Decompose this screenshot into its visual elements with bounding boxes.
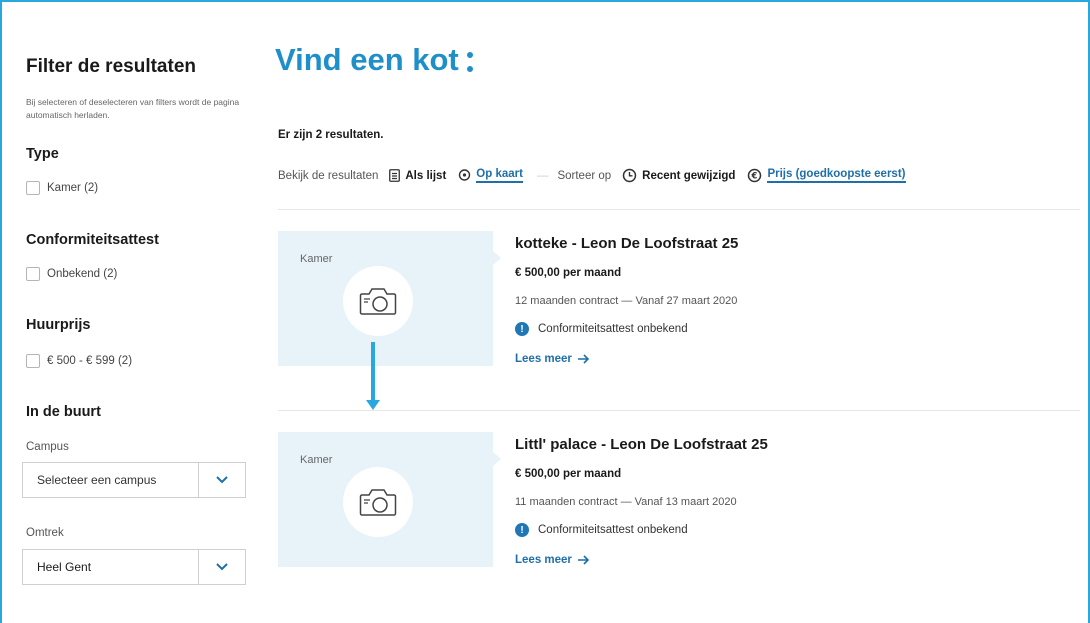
- view-list-label: Als lijst: [405, 169, 447, 182]
- listing-conformity: ! Conformiteitsattest onbekend: [515, 523, 688, 537]
- map-pin-icon: [459, 168, 471, 181]
- listing-title[interactable]: Littl' palace - Leon De Loofstraat 25: [515, 436, 768, 453]
- listing-type: Kamer: [300, 454, 333, 466]
- filter-heading-type: Type: [26, 146, 59, 162]
- sort-recent-button[interactable]: Recent gewijzigd: [622, 168, 735, 183]
- listing-price: € 500,00 per maand: [515, 468, 622, 480]
- listing-conformity-text: Conformiteitsattest onbekend: [538, 524, 688, 536]
- filter-heading-price: Huurprijs: [26, 317, 91, 333]
- listing-thumbnail[interactable]: Kamer: [278, 432, 493, 567]
- filter-option-label: € 500 - € 599 (2): [47, 355, 133, 367]
- filter-option-label: Onbekend (2): [47, 268, 118, 280]
- checkbox[interactable]: [26, 267, 40, 281]
- listing-conformity-text: Conformiteitsattest onbekend: [538, 323, 688, 335]
- arrow-right-icon: [577, 555, 590, 565]
- view-map-button[interactable]: Op kaart: [458, 168, 523, 183]
- listing-contract: 11 maanden contract — Vanaf 13 maart 202…: [515, 496, 737, 508]
- area-select[interactable]: Heel Gent: [22, 549, 246, 585]
- camera-icon: [343, 266, 413, 336]
- listing-conformity: ! Conformiteitsattest onbekend: [515, 322, 688, 336]
- filter-option-onbekend[interactable]: Onbekend (2): [26, 267, 117, 281]
- area-label: Omtrek: [26, 527, 64, 539]
- filter-option-kamer[interactable]: Kamer (2): [26, 181, 98, 195]
- listing-title[interactable]: kotteke - Leon De Loofstraat 25: [515, 235, 738, 252]
- page-title-text: Vind een kot: [275, 42, 459, 77]
- read-more-label: Lees meer: [515, 554, 572, 566]
- listing-price: € 500,00 per maand: [515, 267, 622, 279]
- read-more-label: Lees meer: [515, 353, 572, 365]
- read-more-link[interactable]: Lees meer: [515, 353, 590, 365]
- campus-label: Campus: [26, 441, 69, 453]
- sort-price-button[interactable]: € Prijs (goedkoopste eerst): [747, 168, 906, 183]
- divider: [278, 209, 1080, 210]
- list-icon: [389, 169, 401, 182]
- read-more-link[interactable]: Lees meer: [515, 554, 590, 566]
- thumbnail-pointer: [493, 251, 501, 265]
- chevron-down-icon[interactable]: [199, 550, 245, 584]
- area-select-value: Heel Gent: [23, 550, 199, 584]
- view-list-button[interactable]: Als lijst: [389, 169, 446, 182]
- svg-text:€: €: [751, 172, 758, 182]
- listing-contract: 12 maanden contract — Vanaf 27 maart 202…: [515, 295, 738, 307]
- campus-select[interactable]: Selecteer een campus: [22, 462, 246, 498]
- arrow-right-icon: [577, 354, 590, 364]
- toolbar-separator: —: [536, 169, 549, 182]
- connector-line: [371, 342, 375, 402]
- colon-icon: [466, 52, 473, 72]
- sidebar-title: Filter de resultaten: [26, 56, 196, 77]
- view-map-label: Op kaart: [476, 168, 523, 183]
- sidebar-description: Bij selecteren of deselecteren van filte…: [26, 97, 240, 120]
- listing-type: Kamer: [300, 253, 333, 265]
- arrow-down-icon: [366, 400, 380, 410]
- sort-label: Sorteer op: [557, 169, 612, 182]
- filter-heading-nearby: In de buurt: [26, 404, 101, 420]
- result-count: Er zijn 2 resultaten.: [278, 129, 384, 141]
- campus-select-value: Selecteer een campus: [23, 463, 199, 497]
- camera-icon: [343, 467, 413, 537]
- checkbox[interactable]: [26, 354, 40, 368]
- exclamation-icon: !: [515, 322, 529, 336]
- listing-thumbnail[interactable]: Kamer: [278, 231, 493, 366]
- page-title: Vind een kot: [275, 42, 473, 78]
- filter-option-label: Kamer (2): [47, 182, 99, 194]
- view-label: Bekijk de resultaten: [278, 169, 379, 182]
- chevron-down-icon[interactable]: [199, 463, 245, 497]
- euro-icon: €: [748, 168, 762, 183]
- divider: [278, 410, 1080, 411]
- exclamation-icon: !: [515, 523, 529, 537]
- thumbnail-pointer: [493, 452, 501, 466]
- sort-price-label: Prijs (goedkoopste eerst): [767, 168, 906, 183]
- filter-option-price-range[interactable]: € 500 - € 599 (2): [26, 354, 132, 368]
- results-toolbar: Bekijk de resultaten Als lijst Op kaart …: [278, 168, 906, 183]
- filter-heading-conformity: Conformiteitsattest: [26, 232, 159, 248]
- checkbox[interactable]: [26, 181, 40, 195]
- sort-recent-label: Recent gewijzigd: [642, 169, 736, 182]
- clock-icon: [622, 168, 637, 183]
